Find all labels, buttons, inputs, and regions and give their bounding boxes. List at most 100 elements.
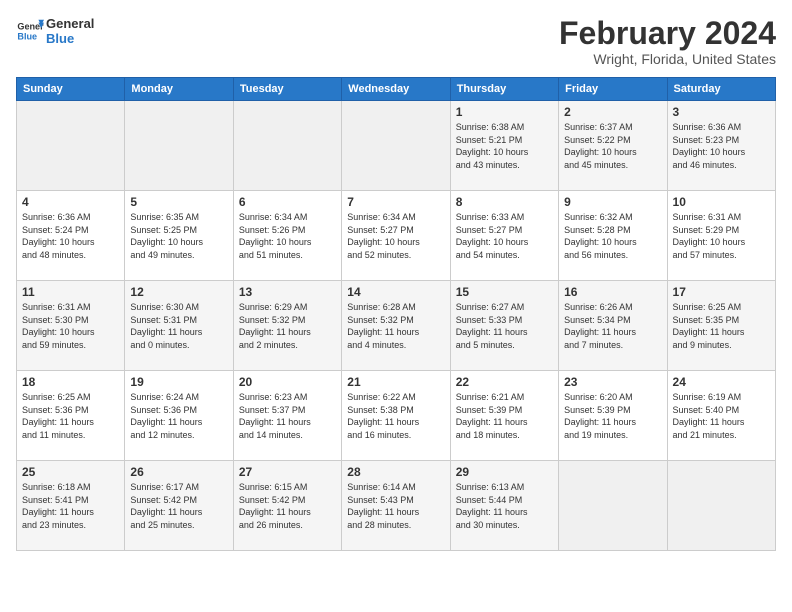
cell-w4-d4: 21 Sunrise: 6:22 AM Sunset: 5:38 PM Dayli… xyxy=(342,371,450,461)
title-area: February 2024 Wright, Florida, United St… xyxy=(559,16,776,67)
day-info-20: Sunrise: 6:23 AM Sunset: 5:37 PM Dayligh… xyxy=(239,391,336,441)
col-saturday: Saturday xyxy=(667,78,775,101)
day-number-3: 3 xyxy=(673,105,770,119)
day-info-12: Sunrise: 6:30 AM Sunset: 5:31 PM Dayligh… xyxy=(130,301,227,351)
cell-w5-d7 xyxy=(667,461,775,551)
day-info-14: Sunrise: 6:28 AM Sunset: 5:32 PM Dayligh… xyxy=(347,301,444,351)
month-title: February 2024 xyxy=(559,16,776,51)
day-number-22: 22 xyxy=(456,375,553,389)
day-info-13: Sunrise: 6:29 AM Sunset: 5:32 PM Dayligh… xyxy=(239,301,336,351)
day-info-25: Sunrise: 6:18 AM Sunset: 5:41 PM Dayligh… xyxy=(22,481,119,531)
logo: General Blue General Blue xyxy=(16,16,94,46)
col-sunday: Sunday xyxy=(17,78,125,101)
day-number-11: 11 xyxy=(22,285,119,299)
cell-w3-d2: 12 Sunrise: 6:30 AM Sunset: 5:31 PM Dayli… xyxy=(125,281,233,371)
day-info-1: Sunrise: 6:38 AM Sunset: 5:21 PM Dayligh… xyxy=(456,121,553,171)
cell-w3-d6: 16 Sunrise: 6:26 AM Sunset: 5:34 PM Dayli… xyxy=(559,281,667,371)
week-row-3: 11Sunrise: 6:31 AM Sunset: 5:30 PM Dayli… xyxy=(17,281,776,371)
day-info-9: Sunrise: 6:32 AM Sunset: 5:28 PM Dayligh… xyxy=(564,211,661,261)
day-info-22: Sunrise: 6:21 AM Sunset: 5:39 PM Dayligh… xyxy=(456,391,553,441)
day-info-18: Sunrise: 6:25 AM Sunset: 5:36 PM Dayligh… xyxy=(22,391,119,441)
day-info-15: Sunrise: 6:27 AM Sunset: 5:33 PM Dayligh… xyxy=(456,301,553,351)
cell-w5-d2: 26 Sunrise: 6:17 AM Sunset: 5:42 PM Dayli… xyxy=(125,461,233,551)
day-info-26: Sunrise: 6:17 AM Sunset: 5:42 PM Dayligh… xyxy=(130,481,227,531)
week-row-5: 25 Sunrise: 6:18 AM Sunset: 5:41 PM Dayli… xyxy=(17,461,776,551)
cell-w3-d5: 15 Sunrise: 6:27 AM Sunset: 5:33 PM Dayli… xyxy=(450,281,558,371)
svg-text:Blue: Blue xyxy=(17,31,37,41)
day-info-10: Sunrise: 6:31 AM Sunset: 5:29 PM Dayligh… xyxy=(673,211,770,261)
day-info-7: Sunrise: 6:34 AM Sunset: 5:27 PM Dayligh… xyxy=(347,211,444,261)
logo-line1: General xyxy=(46,16,94,31)
day-number-29: 29 xyxy=(456,465,553,479)
day-info-2: Sunrise: 6:37 AM Sunset: 5:22 PM Dayligh… xyxy=(564,121,661,171)
cell-w4-d5: 22 Sunrise: 6:21 AM Sunset: 5:39 PM Dayli… xyxy=(450,371,558,461)
cell-w3-d1: 11Sunrise: 6:31 AM Sunset: 5:30 PM Dayli… xyxy=(17,281,125,371)
day-number-7: 7 xyxy=(347,195,444,209)
col-tuesday: Tuesday xyxy=(233,78,341,101)
cell-w5-d3: 27Sunrise: 6:15 AM Sunset: 5:42 PM Dayli… xyxy=(233,461,341,551)
day-number-12: 12 xyxy=(130,285,227,299)
cell-w2-d1: 4 Sunrise: 6:36 AM Sunset: 5:24 PM Daylig… xyxy=(17,191,125,281)
col-thursday: Thursday xyxy=(450,78,558,101)
day-number-26: 26 xyxy=(130,465,227,479)
cell-w4-d1: 18Sunrise: 6:25 AM Sunset: 5:36 PM Dayli… xyxy=(17,371,125,461)
day-info-3: Sunrise: 6:36 AM Sunset: 5:23 PM Dayligh… xyxy=(673,121,770,171)
location-title: Wright, Florida, United States xyxy=(559,51,776,67)
cell-w1-d5: 1Sunrise: 6:38 AM Sunset: 5:21 PM Daylig… xyxy=(450,101,558,191)
cell-w1-d2 xyxy=(125,101,233,191)
cell-w3-d7: 17 Sunrise: 6:25 AM Sunset: 5:35 PM Dayli… xyxy=(667,281,775,371)
day-info-4: Sunrise: 6:36 AM Sunset: 5:24 PM Dayligh… xyxy=(22,211,119,261)
day-number-20: 20 xyxy=(239,375,336,389)
day-number-19: 19 xyxy=(130,375,227,389)
cell-w1-d4 xyxy=(342,101,450,191)
col-friday: Friday xyxy=(559,78,667,101)
cell-w2-d7: 10 Sunrise: 6:31 AM Sunset: 5:29 PM Dayli… xyxy=(667,191,775,281)
day-number-28: 28 xyxy=(347,465,444,479)
cell-w4-d3: 20 Sunrise: 6:23 AM Sunset: 5:37 PM Dayli… xyxy=(233,371,341,461)
calendar-header-row: Sunday Monday Tuesday Wednesday Thursday… xyxy=(17,78,776,101)
week-row-1: 1Sunrise: 6:38 AM Sunset: 5:21 PM Daylig… xyxy=(17,101,776,191)
day-number-9: 9 xyxy=(564,195,661,209)
day-number-2: 2 xyxy=(564,105,661,119)
day-number-16: 16 xyxy=(564,285,661,299)
cell-w5-d6 xyxy=(559,461,667,551)
cell-w3-d3: 13Sunrise: 6:29 AM Sunset: 5:32 PM Dayli… xyxy=(233,281,341,371)
day-info-29: Sunrise: 6:13 AM Sunset: 5:44 PM Dayligh… xyxy=(456,481,553,531)
cell-w3-d4: 14 Sunrise: 6:28 AM Sunset: 5:32 PM Dayli… xyxy=(342,281,450,371)
day-info-8: Sunrise: 6:33 AM Sunset: 5:27 PM Dayligh… xyxy=(456,211,553,261)
day-number-10: 10 xyxy=(673,195,770,209)
day-number-25: 25 xyxy=(22,465,119,479)
week-row-2: 4 Sunrise: 6:36 AM Sunset: 5:24 PM Daylig… xyxy=(17,191,776,281)
cell-w1-d6: 2 Sunrise: 6:37 AM Sunset: 5:22 PM Daylig… xyxy=(559,101,667,191)
day-number-24: 24 xyxy=(673,375,770,389)
day-number-21: 21 xyxy=(347,375,444,389)
cell-w2-d5: 8 Sunrise: 6:33 AM Sunset: 5:27 PM Daylig… xyxy=(450,191,558,281)
cell-w5-d5: 29 Sunrise: 6:13 AM Sunset: 5:44 PM Dayli… xyxy=(450,461,558,551)
cell-w5-d4: 28Sunrise: 6:14 AM Sunset: 5:43 PM Dayli… xyxy=(342,461,450,551)
day-info-17: Sunrise: 6:25 AM Sunset: 5:35 PM Dayligh… xyxy=(673,301,770,351)
header: General Blue General Blue February 2024 … xyxy=(16,16,776,67)
day-info-21: Sunrise: 6:22 AM Sunset: 5:38 PM Dayligh… xyxy=(347,391,444,441)
day-info-16: Sunrise: 6:26 AM Sunset: 5:34 PM Dayligh… xyxy=(564,301,661,351)
day-number-6: 6 xyxy=(239,195,336,209)
week-row-4: 18Sunrise: 6:25 AM Sunset: 5:36 PM Dayli… xyxy=(17,371,776,461)
logo-line2: Blue xyxy=(46,31,94,46)
cell-w2-d4: 7 Sunrise: 6:34 AM Sunset: 5:27 PM Daylig… xyxy=(342,191,450,281)
day-number-4: 4 xyxy=(22,195,119,209)
cell-w4-d6: 23Sunrise: 6:20 AM Sunset: 5:39 PM Dayli… xyxy=(559,371,667,461)
calendar-table: Sunday Monday Tuesday Wednesday Thursday… xyxy=(16,77,776,551)
col-monday: Monday xyxy=(125,78,233,101)
cell-w2-d3: 6Sunrise: 6:34 AM Sunset: 5:26 PM Daylig… xyxy=(233,191,341,281)
day-number-15: 15 xyxy=(456,285,553,299)
day-number-17: 17 xyxy=(673,285,770,299)
cell-w1-d1 xyxy=(17,101,125,191)
day-number-8: 8 xyxy=(456,195,553,209)
day-number-23: 23 xyxy=(564,375,661,389)
day-info-5: Sunrise: 6:35 AM Sunset: 5:25 PM Dayligh… xyxy=(130,211,227,261)
cell-w2-d2: 5Sunrise: 6:35 AM Sunset: 5:25 PM Daylig… xyxy=(125,191,233,281)
cell-w4-d7: 24Sunrise: 6:19 AM Sunset: 5:40 PM Dayli… xyxy=(667,371,775,461)
col-wednesday: Wednesday xyxy=(342,78,450,101)
day-number-27: 27 xyxy=(239,465,336,479)
day-number-14: 14 xyxy=(347,285,444,299)
cell-w1-d3 xyxy=(233,101,341,191)
